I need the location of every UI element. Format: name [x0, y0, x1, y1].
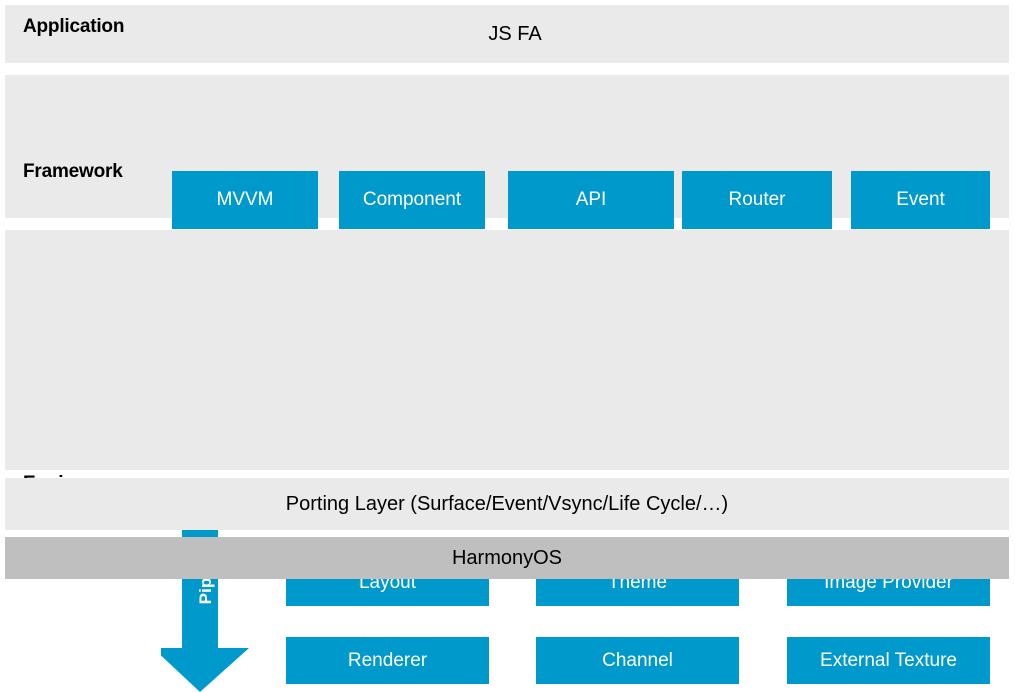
framework-module-component: Component	[339, 171, 485, 229]
framework-module-router: Router	[682, 171, 832, 229]
porting-layer-panel: Porting Layer (Surface/Event/Vsync/Life …	[5, 478, 1009, 530]
operating-system-label: HarmonyOS	[451, 546, 563, 569]
porting-layer-label: Porting Layer (Surface/Event/Vsync/Life …	[285, 492, 729, 515]
framework-layer-label: Framework	[23, 161, 123, 182]
framework-module-mvvm: MVVM	[172, 171, 318, 229]
framework-layer-panel: Framework MVVM Component API Router Even…	[5, 75, 1009, 284]
engine-module-renderer: Renderer	[286, 637, 489, 684]
engine-module-channel: Channel	[536, 637, 739, 684]
engine-layer-panel: Engine Pipeline Animation Focus EventMan…	[5, 230, 1009, 692]
architecture-diagram: Application JS FA Framework MVVM Compone…	[0, 0, 1015, 692]
framework-module-api: API	[508, 171, 674, 229]
operating-system-panel: HarmonyOS	[5, 537, 1009, 579]
application-layer-label: Application	[23, 16, 125, 37]
engine-module-external-texture: External Texture	[787, 637, 990, 684]
framework-module-row: MVVM Component API Router Event	[172, 171, 990, 229]
framework-module-event: Event	[851, 171, 990, 229]
application-module-js-fa: JS FA	[488, 23, 542, 45]
application-layer-panel: Application JS FA	[5, 5, 1009, 63]
